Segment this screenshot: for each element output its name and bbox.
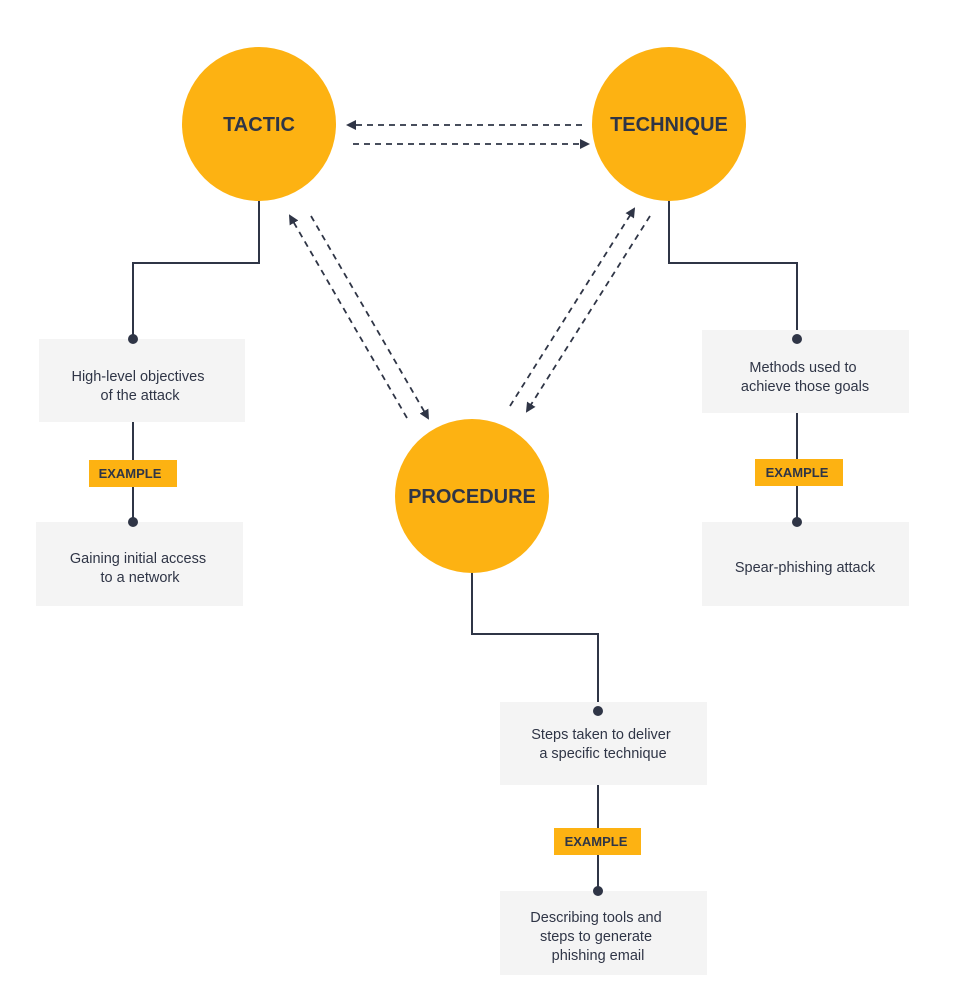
tactic-label: TACTIC: [223, 114, 295, 136]
technique-node: TECHNIQUE: [592, 47, 746, 201]
arrow-technique-to-procedure: [525, 215, 651, 413]
procedure-node: PROCEDURE: [395, 419, 549, 573]
procedure-connector: [471, 572, 599, 711]
tactic-node: TACTIC: [182, 47, 336, 201]
connector-dot: [792, 334, 802, 344]
connector-dot: [128, 517, 138, 527]
arrow-procedure-to-technique: [509, 207, 636, 407]
technique-example: Spear-phishing attack: [735, 560, 876, 576]
tactic-example-badge-label: EXAMPLE: [99, 466, 162, 481]
arrow-procedure-to-tactic: [288, 214, 408, 419]
technique-label: TECHNIQUE: [610, 114, 728, 136]
ttp-diagram: TACTIC TECHNIQUE PROCEDURE High-level ob…: [36, 47, 909, 975]
technique-example-badge-label: EXAMPLE: [766, 465, 829, 480]
procedure-description-box: [500, 702, 707, 785]
technique-connector: [668, 200, 798, 338]
connector-dot: [593, 886, 603, 896]
procedure-example-badge-label: EXAMPLE: [565, 834, 628, 849]
procedure-label: PROCEDURE: [408, 486, 536, 508]
arrow-tactic-to-procedure: [310, 215, 430, 420]
connector-dot: [792, 517, 802, 527]
connector-dot: [128, 334, 138, 344]
connector-dot: [593, 706, 603, 716]
tactic-connector: [132, 200, 260, 338]
